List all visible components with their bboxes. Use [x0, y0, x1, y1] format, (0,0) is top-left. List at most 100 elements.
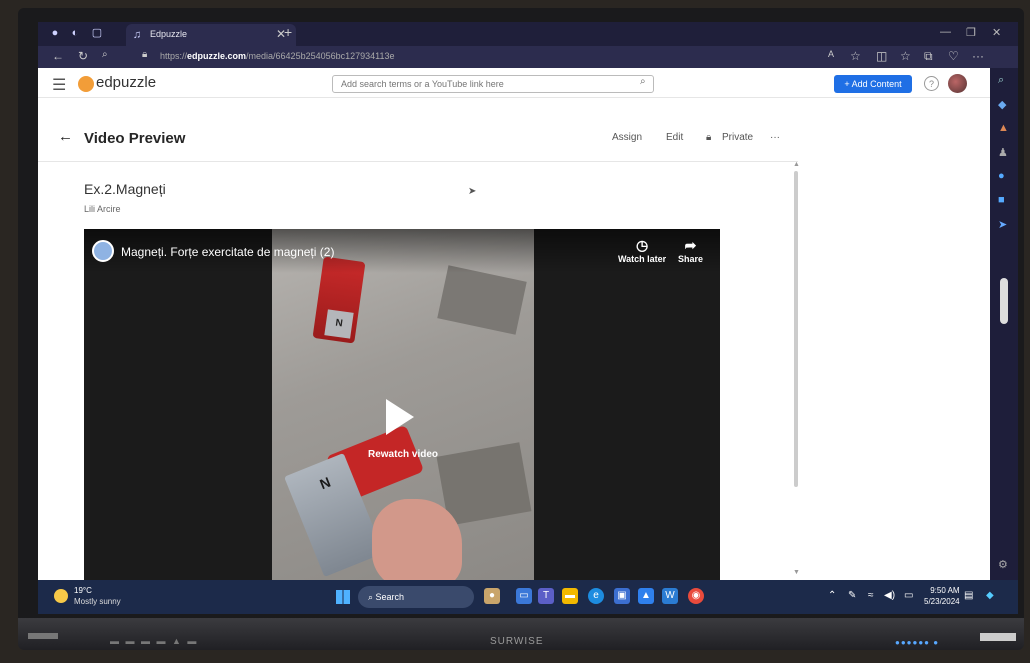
windows-taskbar: 19°C Mostly sunny ⌕ Search ● ▭ T ▬ e ▣ ▲…: [38, 580, 1018, 614]
browser-essentials-icon[interactable]: ♡: [948, 49, 959, 63]
mouse-cursor-icon: ➤: [468, 186, 477, 197]
close-window-icon[interactable]: ✕: [992, 26, 1001, 39]
shopping-tag-icon[interactable]: ◆: [998, 98, 1006, 111]
taskbar-date: 5/23/2024: [924, 597, 960, 606]
magnet-shadow: [436, 442, 532, 526]
weather-sun-icon[interactable]: [54, 589, 68, 603]
edit-button[interactable]: Edit: [666, 132, 683, 143]
photos-icon[interactable]: ▲: [638, 588, 654, 604]
read-aloud-icon[interactable]: A: [828, 49, 834, 59]
search-icon[interactable]: ⌕: [640, 76, 646, 87]
channel-avatar[interactable]: [92, 240, 114, 262]
help-icon[interactable]: ?: [924, 76, 939, 91]
task-view-icon[interactable]: ▭: [516, 588, 532, 604]
magnet-shadow: [437, 265, 527, 335]
avatar[interactable]: [948, 74, 967, 93]
taskbar-search[interactable]: ⌕ Search: [358, 586, 474, 608]
minimize-icon[interactable]: —: [940, 26, 951, 38]
profile-icon[interactable]: ●: [48, 26, 62, 40]
scrollbar[interactable]: [794, 171, 798, 487]
file-explorer-icon[interactable]: ▬: [562, 588, 578, 604]
edge-sidebar: ⌕ ◆ ▲ ♟ ● ■ ➤ ⚙: [990, 68, 1018, 580]
pen-icon[interactable]: ✎: [848, 590, 856, 601]
scroll-up-icon[interactable]: ▲: [793, 161, 800, 168]
sidebar-search-icon[interactable]: ⌕: [998, 74, 1004, 87]
search-input[interactable]: [332, 75, 654, 93]
split-screen-icon[interactable]: ◫: [876, 49, 887, 63]
monitor-brand: SURWISE: [490, 636, 544, 647]
chrome-icon[interactable]: ◉: [688, 588, 704, 604]
url-field[interactable]: https://edpuzzle.com/media/66425b254056b…: [160, 51, 395, 61]
monitor-buttons: ▬ ▬ ▬ ▬ ▲ ▬: [110, 636, 199, 646]
copilot-icon[interactable]: ◆: [986, 590, 994, 601]
back-nav-icon[interactable]: ←: [52, 49, 64, 63]
send-icon[interactable]: ➤: [998, 218, 1007, 231]
hand: [372, 499, 462, 580]
monitor-port: [980, 633, 1016, 641]
volume-icon[interactable]: ◀): [884, 590, 895, 601]
more-icon[interactable]: ···: [972, 49, 984, 63]
wifi-icon[interactable]: ≈: [868, 590, 874, 601]
refresh-icon[interactable]: ↻: [78, 49, 88, 63]
share-arrow-icon: ➦: [684, 237, 697, 253]
people-icon[interactable]: ♟: [998, 146, 1008, 159]
edpuzzle-header: ☰ edpuzzle ⌕ + Add Content ?: [38, 68, 990, 98]
sidebar-settings-icon[interactable]: ⚙: [998, 558, 1008, 571]
taskbar-time: 9:50 AM: [930, 586, 960, 595]
weather-temperature[interactable]: 19°C: [74, 586, 92, 595]
private-button[interactable]: Private: [722, 132, 753, 143]
magnet-top-pole-label: N: [324, 309, 354, 339]
tray-overflow-icon[interactable]: ⌃: [828, 590, 836, 601]
browser-tab[interactable]: ♫ Edpuzzle ✕: [126, 24, 296, 46]
search-icon[interactable]: ⌕: [102, 49, 108, 60]
scroll-down-icon[interactable]: ▼: [793, 569, 800, 576]
divider: [38, 161, 798, 162]
assign-button[interactable]: Assign: [612, 132, 642, 143]
edpuzzle-logo-icon[interactable]: [78, 76, 94, 92]
sidebar-collapse-handle[interactable]: [1000, 278, 1008, 324]
monitor-label: [28, 633, 58, 639]
battery-icon[interactable]: ▭: [904, 590, 913, 601]
favorites-icon[interactable]: ☆: [900, 49, 911, 63]
audio-playing-icon: ♫: [132, 29, 142, 41]
edge-icon[interactable]: e: [588, 588, 604, 604]
favorite-star-icon[interactable]: ☆: [850, 49, 861, 63]
lock-icon[interactable]: 🔒︎: [142, 49, 147, 60]
outlook-icon[interactable]: ■: [998, 194, 1005, 206]
rewatch-video-label[interactable]: Rewatch video: [368, 449, 438, 460]
video-player[interactable]: N N Magneți. Forțe exercitate de magneți…: [84, 229, 720, 580]
menu-icon[interactable]: ☰: [52, 75, 66, 95]
play-icon[interactable]: [386, 399, 414, 435]
tab-actions-icon[interactable]: ▢: [90, 26, 104, 40]
teams-icon[interactable]: T: [538, 588, 554, 604]
notification-icon[interactable]: ▤: [964, 590, 973, 601]
more-options-button[interactable]: ···: [770, 132, 780, 143]
video-top-overlay: Magneți. Forțe exercitate de magneți (2)…: [84, 229, 720, 273]
taskbar-clock[interactable]: 9:50 AM 5/23/2024: [924, 585, 960, 607]
taskbar-search-label: Search: [375, 592, 405, 602]
monitor-indicator-lights: ●●●●●● ●: [895, 638, 940, 647]
toolbox-icon[interactable]: ▲: [998, 122, 1009, 134]
logo-text[interactable]: edpuzzle: [96, 74, 156, 91]
weather-description[interactable]: Mostly sunny: [74, 597, 121, 606]
start-button[interactable]: [336, 590, 350, 604]
workspaces-icon[interactable]: ◐: [68, 26, 82, 40]
video-player-title[interactable]: Magneți. Forțe exercitate de magneți (2): [121, 245, 334, 259]
video-title: Ex.2.Magneți: [84, 181, 166, 197]
watch-later-label: Watch later: [618, 254, 667, 264]
main-content: ← Video Preview Assign Edit 🔒︎ Private ·…: [38, 99, 990, 580]
restore-icon[interactable]: ❐: [966, 26, 976, 39]
collections-icon[interactable]: ⧉: [924, 49, 933, 64]
browser-titlebar: ● ◐ ▢ ♫ Edpuzzle ✕ + — ❐ ✕: [38, 22, 1018, 46]
add-content-button[interactable]: + Add Content: [834, 75, 912, 93]
lock-icon[interactable]: 🔒︎: [706, 132, 711, 143]
word-icon[interactable]: W: [662, 588, 678, 604]
share-button[interactable]: ➦ Share: [678, 237, 703, 264]
store-icon[interactable]: ▣: [614, 588, 630, 604]
new-tab-button[interactable]: +: [284, 24, 292, 40]
games-icon[interactable]: ●: [998, 170, 1005, 182]
widgets-icon[interactable]: ●: [484, 588, 500, 604]
back-arrow-icon[interactable]: ←: [58, 128, 73, 145]
watch-later-button[interactable]: ◷ Watch later: [618, 237, 666, 264]
author-name[interactable]: Lili Arcire: [84, 204, 121, 214]
